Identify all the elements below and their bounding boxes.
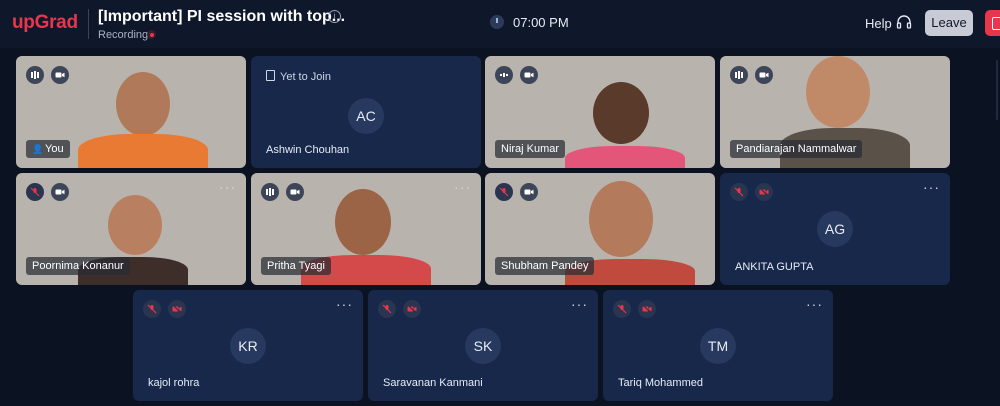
help-link[interactable]: Help bbox=[865, 16, 892, 31]
leave-button[interactable]: Leave bbox=[925, 10, 973, 36]
participant-tile-you[interactable]: 👤 You bbox=[16, 56, 246, 168]
recording-dot-icon bbox=[147, 30, 156, 39]
top-bar: upGrad [Important] PI session with top..… bbox=[0, 0, 1000, 48]
mic-muted-icon[interactable] bbox=[143, 300, 161, 318]
info-icon[interactable]: i bbox=[328, 10, 341, 23]
camera-off-icon[interactable] bbox=[638, 300, 656, 318]
more-options-icon[interactable]: ··· bbox=[336, 297, 353, 311]
avatar: KR bbox=[230, 327, 266, 364]
mic-muted-icon[interactable] bbox=[26, 183, 44, 201]
avatar: AG bbox=[817, 211, 853, 247]
audio-level-icon[interactable] bbox=[730, 66, 748, 84]
participant-name: Pritha Tyagi bbox=[261, 257, 331, 275]
mic-muted-icon[interactable] bbox=[378, 300, 396, 318]
scrollbar[interactable] bbox=[996, 60, 998, 120]
more-options-icon[interactable]: ··· bbox=[454, 180, 471, 194]
participant-name: kajol rohra bbox=[148, 377, 200, 389]
participant-name: Shubham Pandey bbox=[495, 257, 595, 275]
participant-name: ANKITA GUPTA bbox=[735, 261, 814, 273]
headset-icon[interactable] bbox=[896, 14, 912, 30]
camera-icon[interactable] bbox=[520, 66, 538, 84]
audio-level-icon[interactable] bbox=[261, 183, 279, 201]
mic-muted-icon[interactable] bbox=[730, 183, 748, 201]
more-options-icon[interactable]: ··· bbox=[219, 180, 236, 194]
participant-tile-pritha[interactable]: ··· Pritha Tyagi bbox=[251, 173, 481, 285]
speaker-icon: 👤 bbox=[32, 144, 44, 154]
participant-tile-poornima[interactable]: ··· Poornima Konanur bbox=[16, 173, 246, 285]
participant-video bbox=[589, 181, 653, 257]
audio-level-icon[interactable] bbox=[26, 66, 44, 84]
avatar: AC bbox=[348, 98, 384, 134]
divider bbox=[88, 9, 89, 39]
participant-tile-saravanan[interactable]: ··· SK Saravanan Kanmani bbox=[368, 290, 598, 401]
camera-icon[interactable] bbox=[286, 183, 304, 201]
more-options-icon[interactable]: ··· bbox=[806, 297, 823, 311]
mic-muted-icon[interactable] bbox=[495, 183, 513, 201]
camera-off-icon[interactable] bbox=[403, 300, 421, 318]
participant-name: Niraj Kumar bbox=[495, 140, 566, 158]
status-text: Yet to Join bbox=[280, 71, 331, 83]
participant-video bbox=[116, 72, 170, 136]
participant-tile-pandiarajan[interactable]: Pandiarajan Nammalwar bbox=[720, 56, 950, 168]
camera-icon[interactable] bbox=[51, 183, 69, 201]
participant-name: Ashwin Chouhan bbox=[266, 144, 350, 156]
participant-tile-shubham[interactable]: Shubham Pandey bbox=[485, 173, 715, 285]
participant-tile-ankita[interactable]: ··· AG ANKITA GUPTA bbox=[720, 173, 950, 285]
audio-level-icon[interactable] bbox=[495, 66, 513, 84]
more-options-icon[interactable]: ··· bbox=[923, 180, 940, 194]
camera-off-icon[interactable] bbox=[168, 300, 186, 318]
participant-name: Poornima Konanur bbox=[26, 257, 130, 275]
participant-name: Saravanan Kanmani bbox=[383, 377, 483, 389]
yet-to-join-status: Yet to Join bbox=[266, 70, 331, 83]
participant-tile-ashwin[interactable]: Yet to Join AC Ashwin Chouhan bbox=[251, 56, 481, 168]
more-options-icon[interactable]: ··· bbox=[571, 297, 588, 311]
camera-off-icon[interactable] bbox=[755, 183, 773, 201]
participant-video bbox=[335, 189, 391, 255]
avatar: TM bbox=[700, 327, 736, 364]
camera-icon[interactable] bbox=[51, 66, 69, 84]
meeting-title: [Important] PI session with top... bbox=[98, 8, 346, 25]
avatar: SK bbox=[465, 327, 501, 364]
participant-video bbox=[806, 56, 870, 128]
clock-icon bbox=[490, 15, 504, 29]
participant-name-chip: 👤 You bbox=[26, 140, 70, 158]
camera-icon[interactable] bbox=[520, 183, 538, 201]
meeting-time: 07:00 PM bbox=[513, 15, 569, 30]
exit-icon[interactable] bbox=[985, 10, 1000, 36]
participant-tile-kajol[interactable]: ··· KR kajol rohra bbox=[133, 290, 363, 401]
document-icon bbox=[266, 70, 275, 81]
participant-tile-niraj[interactable]: Niraj Kumar bbox=[485, 56, 715, 168]
participant-name: Tariq Mohammed bbox=[618, 377, 703, 389]
participant-tile-tariq[interactable]: ··· TM Tariq Mohammed bbox=[603, 290, 833, 401]
participant-name: Pandiarajan Nammalwar bbox=[730, 140, 863, 158]
camera-icon[interactable] bbox=[755, 66, 773, 84]
app-logo: upGrad bbox=[12, 12, 78, 33]
mic-muted-icon[interactable] bbox=[613, 300, 631, 318]
recording-label: Recording bbox=[98, 29, 149, 41]
participant-video bbox=[593, 82, 649, 144]
participant-name: You bbox=[45, 143, 64, 155]
participant-video bbox=[108, 195, 162, 255]
